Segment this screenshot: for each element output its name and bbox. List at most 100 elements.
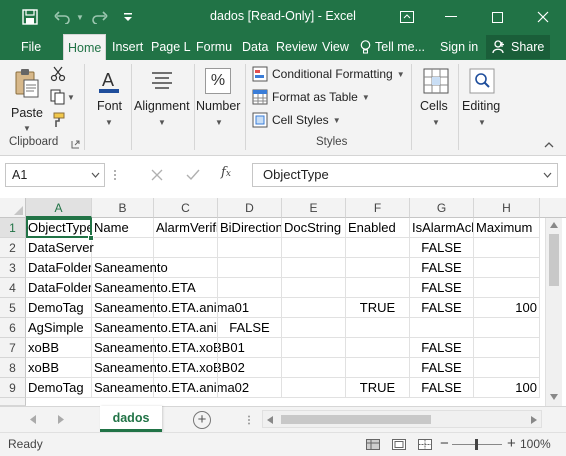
cells-button[interactable]: Cells ▼ [416,66,456,132]
cell-f2[interactable] [346,238,410,258]
tab-page-layout[interactable]: Page L [151,34,191,60]
cell-h2[interactable] [474,238,540,258]
cell-b4[interactable]: Saneamento.ETA [92,278,196,298]
ribbon-display-options-icon[interactable] [390,0,424,34]
cell-e9[interactable] [282,378,346,398]
column-header-e[interactable]: E [282,198,346,218]
cell-a1[interactable]: ObjectType [26,218,92,238]
cell-a2[interactable]: DataServer [26,238,94,258]
close-icon[interactable] [526,0,560,34]
tab-home[interactable]: Home [63,34,107,60]
format-painter-icon[interactable] [50,112,70,130]
cell-b5[interactable]: Saneamento.ETA.anima01 [92,298,249,318]
cell-g5[interactable]: FALSE [410,298,474,318]
cell-h5[interactable]: 100 [474,298,540,318]
cell-g9[interactable]: FALSE [410,378,474,398]
column-header-d[interactable]: D [218,198,282,218]
vertical-scrollbar[interactable] [545,218,562,406]
undo-dropdown-icon[interactable]: ▼ [74,6,86,28]
cell-b2[interactable] [92,238,154,258]
conditional-formatting-button[interactable]: Conditional Formatting ▼ [252,66,405,82]
cell-f7[interactable] [346,338,410,358]
cell-e3[interactable] [282,258,346,278]
row-header[interactable]: 2 [0,238,26,258]
cell-c9[interactable] [154,378,218,398]
sheet-tab-dados[interactable]: dados [100,406,162,432]
copy-icon[interactable]: ▼ [50,89,76,107]
cell-g7[interactable]: FALSE [410,338,474,358]
scroll-thumb[interactable] [549,234,559,286]
copy-dropdown-icon[interactable]: ▼ [67,93,75,102]
cell-e5[interactable] [282,298,346,318]
tab-formulas[interactable]: Formu [196,34,232,60]
clipboard-dialog-launcher-icon[interactable] [71,138,80,152]
cell-h3[interactable] [474,258,540,278]
cell-e4[interactable] [282,278,346,298]
save-icon[interactable] [18,6,42,28]
cell-d8[interactable] [218,358,282,378]
column-header-a[interactable]: A [26,198,92,218]
cell-d4[interactable] [218,278,282,298]
zoom-level[interactable]: 100% [520,437,551,451]
row-header[interactable]: 6 [0,318,26,338]
next-sheet-icon[interactable] [58,415,64,424]
cell-styles-button[interactable]: Cell Styles ▼ [252,112,341,128]
cell-f3[interactable] [346,258,410,278]
column-header-c[interactable]: C [154,198,218,218]
format-as-table-button[interactable]: Format as Table ▼ [252,89,370,105]
tell-me-search[interactable]: Tell me... [360,34,425,60]
cell-e1[interactable]: DocString [282,218,346,238]
fill-handle[interactable] [88,235,94,241]
number-button[interactable]: % Number ▼ [196,66,242,132]
insert-function-icon[interactable]: fx [221,165,231,180]
cell-c6[interactable] [154,318,218,338]
alignment-button[interactable]: Alignment ▼ [132,66,192,132]
cell-g4[interactable]: FALSE [410,278,474,298]
zoom-in-button[interactable]: + [507,435,516,452]
cell-f9[interactable]: TRUE [346,378,410,398]
expand-formula-bar-icon[interactable] [543,172,552,178]
scroll-up-icon[interactable] [550,222,558,228]
cell-f6[interactable] [346,318,410,338]
cancel-icon[interactable] [151,169,163,181]
scroll-right-icon[interactable] [531,416,537,424]
zoom-out-button[interactable]: − [440,435,449,452]
cell-g8[interactable]: FALSE [410,358,474,378]
cell-d5[interactable] [218,298,282,318]
tab-file[interactable]: File [21,34,41,60]
undo-icon[interactable] [50,6,74,28]
cell-c7[interactable] [154,338,218,358]
cell-g2[interactable]: FALSE [410,238,474,258]
redo-icon[interactable] [88,6,112,28]
cell-a3[interactable]: DataFolder [26,258,92,278]
tab-data[interactable]: Data [242,34,268,60]
cell-g3[interactable]: FALSE [410,258,474,278]
editing-button[interactable]: Editing ▼ [460,66,504,132]
enter-icon[interactable] [186,169,200,181]
cell-d7[interactable] [218,338,282,358]
horizontal-scroll-thumb[interactable] [281,415,431,424]
normal-view-icon[interactable] [366,439,380,450]
cell-h8[interactable] [474,358,540,378]
cell-c4[interactable] [154,278,218,298]
cell-b9[interactable]: Saneamento.ETA.anima02 [92,378,249,398]
minimize-icon[interactable] [434,0,468,34]
cell-a4[interactable]: DataFolder [26,278,92,298]
cell-a9[interactable]: DemoTag [26,378,92,398]
cell-g6[interactable] [410,318,474,338]
cell-e7[interactable] [282,338,346,358]
formula-input[interactable]: ObjectType [252,163,558,187]
share-button[interactable]: Share [486,35,551,59]
cell-a8[interactable]: xoBB [26,358,92,378]
previous-sheet-icon[interactable] [30,415,36,424]
cell-f1[interactable]: Enabled [346,218,410,238]
new-sheet-button[interactable]: + [193,411,211,429]
sign-in-link[interactable]: Sign in [440,34,478,60]
name-box-dropdown-icon[interactable] [91,172,100,178]
cell-f8[interactable] [346,358,410,378]
cell-b7[interactable]: Saneamento.ETA.xoBB01 [92,338,245,358]
cell-d1[interactable]: BiDirectional [218,218,282,238]
cell-c3[interactable] [154,258,218,278]
cell-a6[interactable]: AgSimple [26,318,92,338]
tab-review[interactable]: Review [276,34,317,60]
